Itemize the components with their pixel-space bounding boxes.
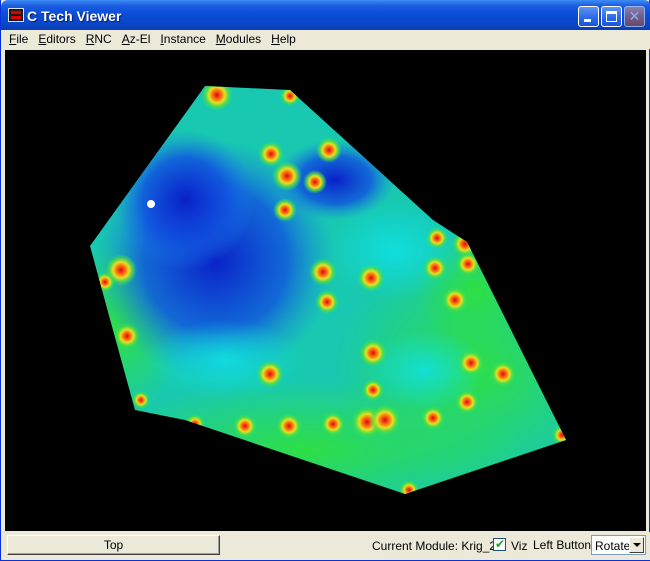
status-bar: Top Current Module: Krig_2D ✔ Viz Left B… (2, 532, 650, 560)
title-bar[interactable]: C Tech Viewer ✕ (1, 0, 650, 30)
viz-label: Viz (511, 539, 528, 553)
close-icon: ✕ (628, 8, 641, 24)
chevron-down-icon[interactable] (629, 537, 644, 553)
menu-help[interactable]: Help (266, 30, 301, 49)
app-window: C Tech Viewer ✕ File Editors RNC Az-El I… (0, 0, 650, 561)
window-title: C Tech Viewer (27, 8, 122, 24)
left-button-label: Left Button (533, 538, 592, 552)
minimize-button[interactable] (578, 6, 599, 27)
menu-editors[interactable]: Editors (33, 30, 80, 49)
kriging-surface (90, 86, 566, 494)
menu-az-el[interactable]: Az-El (117, 30, 156, 49)
left-button-mode-value: Rotate (595, 539, 631, 553)
current-module-label: Current Module: Krig_2D (372, 539, 505, 553)
probe-marker[interactable] (147, 200, 155, 208)
3d-viewport[interactable] (5, 50, 646, 531)
maximize-button[interactable] (601, 6, 622, 27)
menu-file[interactable]: File (2, 30, 33, 49)
menu-rnc[interactable]: RNC (81, 30, 117, 49)
maximize-icon (606, 11, 617, 22)
left-button-mode-select[interactable]: Rotate (591, 535, 646, 555)
checkmark-icon: ✔ (495, 537, 506, 551)
top-view-button[interactable]: Top (7, 535, 220, 555)
app-icon[interactable] (8, 8, 24, 22)
minimize-icon (584, 19, 591, 22)
close-button[interactable]: ✕ (624, 6, 645, 27)
menu-bar: File Editors RNC Az-El Instance Modules … (2, 30, 650, 49)
menu-instance[interactable]: Instance (155, 30, 210, 49)
menu-modules[interactable]: Modules (211, 30, 266, 49)
viz-checkbox[interactable]: ✔ (493, 537, 506, 551)
